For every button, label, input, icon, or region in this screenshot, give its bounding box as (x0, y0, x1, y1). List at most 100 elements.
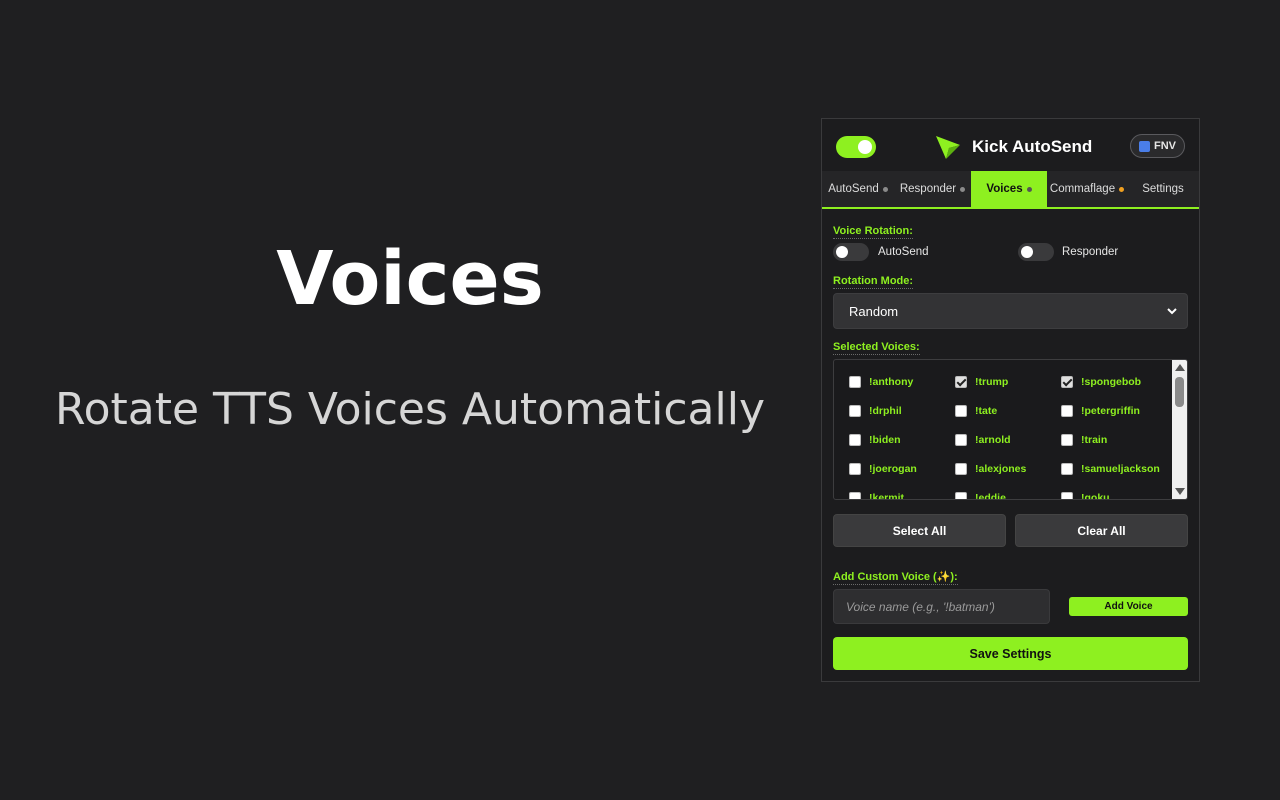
voice-rotation-row: AutoSend Responder (833, 241, 1188, 265)
hero-title: Voices (276, 236, 544, 322)
fnv-badge[interactable]: FNV (1130, 134, 1185, 158)
rotation-mode-label: Rotation Mode: (833, 275, 914, 289)
autosend-rotation-toggle[interactable] (833, 243, 869, 261)
voice-item[interactable]: !arnold (955, 433, 1061, 446)
master-toggle[interactable] (836, 136, 876, 158)
voice-item[interactable]: !joerogan (849, 462, 955, 475)
voice-checkbox[interactable] (1061, 491, 1073, 499)
voice-grid: !anthony !trump !spongebob !drphil !tate !pet… (849, 367, 1169, 500)
voice-name: !anthony (869, 375, 914, 388)
voice-row: !kermit !eddie !goku (849, 483, 1169, 500)
voice-name: !joerogan (869, 462, 917, 475)
save-settings-button[interactable]: Save Settings (833, 637, 1188, 670)
voice-name: !spongebob (1081, 375, 1142, 388)
voice-checkbox[interactable] (849, 462, 861, 475)
custom-voice-row: Add Voice (833, 589, 1188, 624)
toggle-knob (1021, 246, 1033, 258)
tab-label: Commaflage (1049, 183, 1116, 195)
voice-item[interactable]: !samueljackson (1061, 462, 1167, 475)
voice-item[interactable]: !trump (955, 375, 1061, 388)
voice-name: !petergriffin (1081, 404, 1140, 417)
tab-commaflage[interactable]: Commaflage (1047, 171, 1127, 207)
add-voice-button[interactable]: Add Voice (1069, 597, 1188, 616)
chevron-down-icon (1167, 308, 1177, 315)
select-all-button[interactable]: Select All (833, 514, 1006, 547)
rotation-mode-select[interactable]: Random (833, 293, 1188, 329)
clear-all-button[interactable]: Clear All (1015, 514, 1188, 547)
voice-checkbox[interactable] (955, 491, 967, 499)
voice-name: !samueljackson (1081, 462, 1160, 475)
toggle-knob (836, 246, 848, 258)
app-name: Kick AutoSend (972, 137, 1093, 156)
voice-row: !anthony !trump !spongebob (849, 367, 1169, 396)
voice-checkbox[interactable] (955, 404, 967, 417)
voice-checkbox[interactable] (1061, 375, 1073, 388)
selection-buttons: Select All Clear All (833, 514, 1188, 547)
brand: Kick AutoSend (934, 133, 1092, 161)
voice-name: !tate (975, 404, 998, 417)
voice-item[interactable]: !biden (849, 433, 955, 446)
tab-label: Settings (1142, 183, 1184, 195)
voice-name: !drphil (869, 404, 902, 417)
voice-checkbox[interactable] (849, 433, 861, 446)
tab-voices[interactable]: Voices (971, 171, 1047, 207)
selected-voices-label: Selected Voices: (833, 341, 920, 355)
tab-responder[interactable]: Responder (894, 171, 971, 207)
voice-row: !drphil !tate !petergriffin (849, 396, 1169, 425)
voice-item[interactable]: !goku (1061, 491, 1167, 500)
voice-item[interactable]: !kermit (849, 491, 955, 500)
voice-name: !train (1081, 433, 1108, 446)
voice-name: !eddie (975, 491, 1006, 500)
tab-autosend[interactable]: AutoSend (822, 171, 894, 207)
voice-checkbox[interactable] (955, 433, 967, 446)
voice-row: !biden !arnold !train (849, 425, 1169, 454)
extension-popup: Kick AutoSend FNV AutoSend Responder Voi… (821, 118, 1200, 682)
voice-name: !kermit (869, 491, 905, 500)
voice-item[interactable]: !alexjones (955, 462, 1061, 475)
voice-item[interactable]: !anthony (849, 375, 955, 388)
voice-list-scrollbar[interactable] (1172, 360, 1187, 499)
voice-item[interactable]: !train (1061, 433, 1167, 446)
popup-header: Kick AutoSend FNV (822, 119, 1199, 171)
voices-tab-content: Voice Rotation: AutoSend Responder Rotat… (822, 209, 1199, 670)
voice-item[interactable]: !eddie (955, 491, 1061, 500)
voice-checkbox[interactable] (1061, 433, 1073, 446)
status-dot-icon (1026, 186, 1032, 192)
toggle-knob (858, 140, 872, 154)
hero-subtitle: Rotate TTS Voices Automatically (54, 384, 766, 435)
voice-item[interactable]: !tate (955, 404, 1061, 417)
voice-item[interactable]: !spongebob (1061, 375, 1167, 388)
scroll-thumb[interactable] (1175, 377, 1184, 407)
status-dot-icon (960, 186, 966, 192)
voice-checkbox[interactable] (849, 404, 861, 417)
badge-label: FNV (1154, 140, 1176, 152)
responder-rotation-toggle[interactable] (1018, 243, 1054, 261)
voice-item[interactable]: !drphil (849, 404, 955, 417)
scroll-up-icon[interactable] (1175, 364, 1185, 371)
voice-checkbox[interactable] (955, 375, 967, 388)
custom-voice-input[interactable] (833, 589, 1050, 624)
rotation-mode-value: Random (849, 303, 899, 319)
paper-plane-icon (936, 136, 960, 159)
tab-bar: AutoSend Responder Voices Commaflage Set… (822, 171, 1199, 209)
responder-rotation-label: Responder (1062, 246, 1119, 258)
tab-settings[interactable]: Settings (1127, 171, 1199, 207)
tab-label: Voices (986, 183, 1023, 195)
tab-label: Responder (899, 183, 957, 195)
voice-name: !trump (975, 375, 1009, 388)
voice-item[interactable]: !petergriffin (1061, 404, 1167, 417)
voice-row: !joerogan !alexjones !samueljackson (849, 454, 1169, 483)
autosend-rotation-label: AutoSend (878, 246, 929, 258)
voice-checkbox[interactable] (1061, 462, 1073, 475)
tab-label: AutoSend (828, 183, 879, 195)
voice-checkbox[interactable] (849, 491, 861, 499)
status-dot-icon (1119, 186, 1125, 192)
voice-checkbox[interactable] (1061, 404, 1073, 417)
voice-checkbox[interactable] (849, 375, 861, 388)
voice-name: !alexjones (975, 462, 1027, 475)
voice-checkbox[interactable] (955, 462, 967, 475)
voice-name: !biden (869, 433, 901, 446)
voice-name: !goku (1081, 491, 1110, 500)
custom-voice-label: Add Custom Voice (✨): (833, 571, 958, 585)
scroll-down-icon[interactable] (1175, 488, 1185, 495)
